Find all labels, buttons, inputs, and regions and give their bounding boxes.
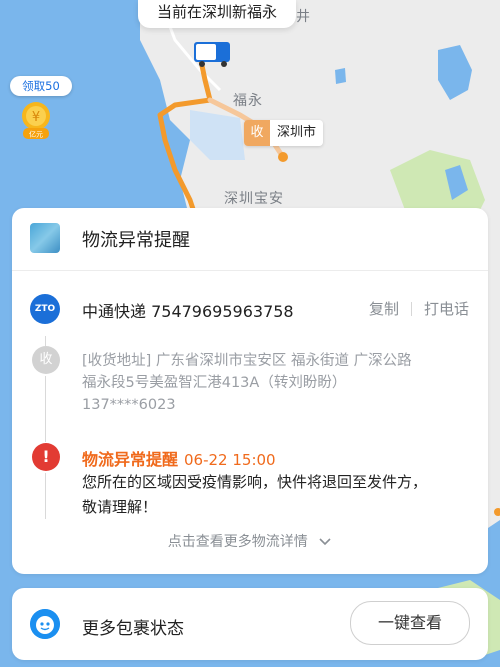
timeline-line-bottom (45, 473, 46, 519)
receive-icon: 收 (244, 120, 270, 146)
action-divider (411, 302, 412, 316)
more-detail-label: 点击查看更多物流详情 (167, 534, 308, 550)
receiver-phone: 137****6023 (82, 397, 176, 413)
place-label-shenzhen-baoan: 深圳宝安 (224, 191, 284, 207)
coin-icon[interactable]: ¥ 亿元 (17, 100, 55, 140)
alert-title: 物流异常提醒 (82, 450, 179, 469)
alert-heading: 物流异常提醒 06-22 15:00 (82, 446, 276, 470)
svg-text:¥: ¥ (32, 110, 40, 125)
card-header: 物流异常提醒 (12, 208, 488, 271)
destination-label: 深圳市 (270, 120, 324, 146)
receive-icon: 收 (32, 346, 60, 374)
coin-badge-text: 亿元 (29, 130, 43, 139)
view-all-button[interactable]: 一键查看 (350, 601, 470, 645)
package-mascot-icon (30, 609, 60, 639)
coupon-claim-button[interactable]: 领取50 (10, 76, 72, 96)
alert-message: 您所在的区域因受疫情影响，快件将退回至发件方， 敬请理解！ (82, 470, 478, 520)
alert-message-line-1: 您所在的区域因受疫情影响，快件将退回至发件方， (82, 473, 428, 491)
place-label-jing: 井 (296, 9, 311, 25)
zto-logo-icon: ZTO (30, 294, 60, 324)
card-title: 物流异常提醒 (82, 230, 190, 251)
current-location-bubble: 当前在深圳新福永 (138, 0, 296, 28)
address-line-1: [收货地址] 广东省深圳市宝安区 福永街道 广深公路 (82, 353, 412, 369)
alert-message-line-2: 敬请理解！ (82, 498, 158, 516)
call-button[interactable]: 打电话 (424, 298, 469, 319)
alert-time: 06-22 15:00 (184, 451, 276, 469)
copy-button[interactable]: 复制 (369, 298, 399, 319)
address-line-2: 福永段5号美盈智汇港413A（转刘盼盼） (82, 375, 347, 391)
package-status-title: 更多包裹状态 (82, 619, 184, 639)
receiver-address: [收货地址] 广东省深圳市宝安区 福永街道 广深公路 福永段5号美盈智汇港413… (82, 350, 476, 416)
timeline-line-top (45, 336, 46, 346)
package-status-card: 更多包裹状态 一键查看 (12, 588, 488, 660)
more-detail-link[interactable]: 点击查看更多物流详情 (12, 531, 488, 551)
destination-tag[interactable]: 收 深圳市 (244, 120, 324, 146)
product-thumbnail[interactable] (30, 223, 60, 253)
place-label-fuyong: 福永 (233, 93, 263, 109)
alert-icon: ! (32, 443, 60, 471)
courier-name-number: 中通快递 75479695963758 (82, 302, 294, 321)
chevron-down-icon (319, 538, 331, 546)
destination-pin (278, 152, 288, 162)
timeline-line-mid (45, 376, 46, 442)
